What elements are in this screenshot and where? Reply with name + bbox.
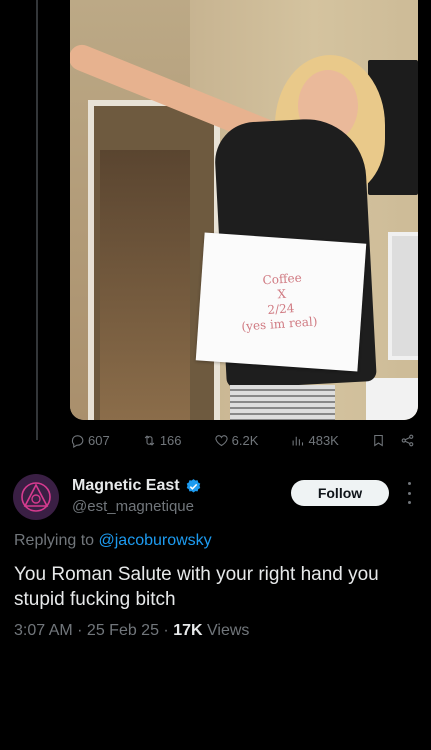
thread-connector-line (36, 0, 38, 440)
reply-icon (71, 434, 84, 448)
views-icon (293, 436, 304, 445)
reply-author-name-row: Magnetic East (72, 477, 202, 495)
tweet-view-count: 17K (173, 622, 203, 639)
reply-author-handle[interactable]: @est_magnetique (72, 498, 194, 515)
repost-icon (144, 434, 155, 446)
sign-line-1: Coffee (262, 270, 303, 288)
more-icon[interactable] (404, 482, 414, 504)
sign-line-4: (yes im real) (240, 314, 318, 334)
handwritten-sign: Coffee X 2/24 (yes im real) (195, 232, 367, 372)
reply-tweet-text: You Roman Salute with your right hand yo… (14, 564, 379, 610)
replying-to-line: Replying to @jacoburowsky (14, 532, 212, 550)
reply-count: 607 (88, 432, 110, 448)
sign-line-2: X (276, 286, 287, 302)
verified-icon (185, 478, 202, 495)
views-count: 483K (308, 432, 339, 448)
replying-to-mention[interactable]: @jacoburowsky (99, 532, 212, 549)
reply-button[interactable]: 607 (70, 433, 110, 448)
tweet-views-label: Views (207, 622, 250, 639)
tweet-meta: 3:07 AM · 25 Feb 25 · 17K Views (14, 622, 250, 639)
tweet-photo[interactable]: Coffee X 2/24 (yes im real) (70, 0, 418, 420)
views-button[interactable]: 483K (290, 432, 339, 448)
repost-button[interactable]: 166 (142, 433, 182, 448)
follow-button[interactable]: Follow (291, 480, 389, 506)
bookmark-icon[interactable] (371, 433, 386, 448)
magnetic-east-logo-icon (21, 482, 51, 512)
share-icon[interactable] (400, 433, 415, 448)
tweet-time[interactable]: 3:07 AM (14, 622, 73, 639)
replying-to-prefix: Replying to (14, 532, 95, 549)
reply-author-avatar[interactable] (13, 474, 59, 520)
secondary-actions (371, 433, 415, 448)
repost-count: 166 (159, 432, 182, 448)
like-count: 6.2K (231, 432, 259, 448)
reply-author-name[interactable]: Magnetic East (72, 477, 180, 495)
like-icon (215, 434, 228, 446)
like-button[interactable]: 6.2K (214, 432, 259, 448)
tweet-date[interactable]: 25 Feb 25 (87, 622, 159, 639)
tweet-action-bar: 607 166 6.2K 483K (70, 428, 415, 452)
